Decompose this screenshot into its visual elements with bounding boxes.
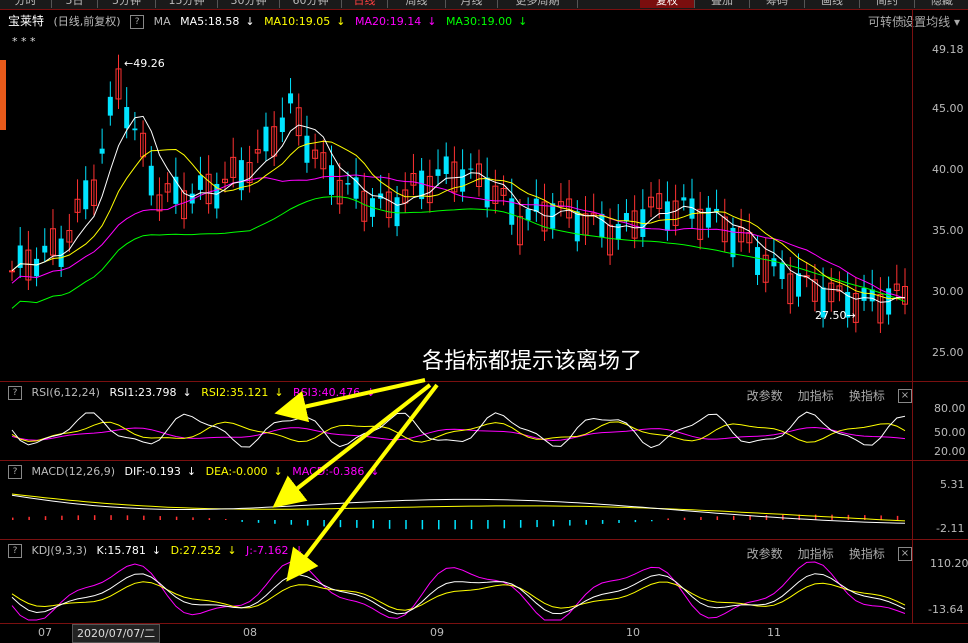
- date-label: 08: [243, 626, 257, 639]
- date-label: 11: [767, 626, 781, 639]
- date-label: 10: [626, 626, 640, 639]
- annotation-arrows: [272, 378, 439, 582]
- date-label: 09: [430, 626, 444, 639]
- selected-date[interactable]: 2020/07/07/二: [72, 624, 161, 643]
- arrow-to-kdj: [286, 383, 439, 582]
- date-label: 07: [38, 626, 52, 639]
- date-axis: 07 2020/07/07/二 08 09 10 11: [0, 624, 968, 643]
- arrow-to-macd: [272, 383, 432, 508]
